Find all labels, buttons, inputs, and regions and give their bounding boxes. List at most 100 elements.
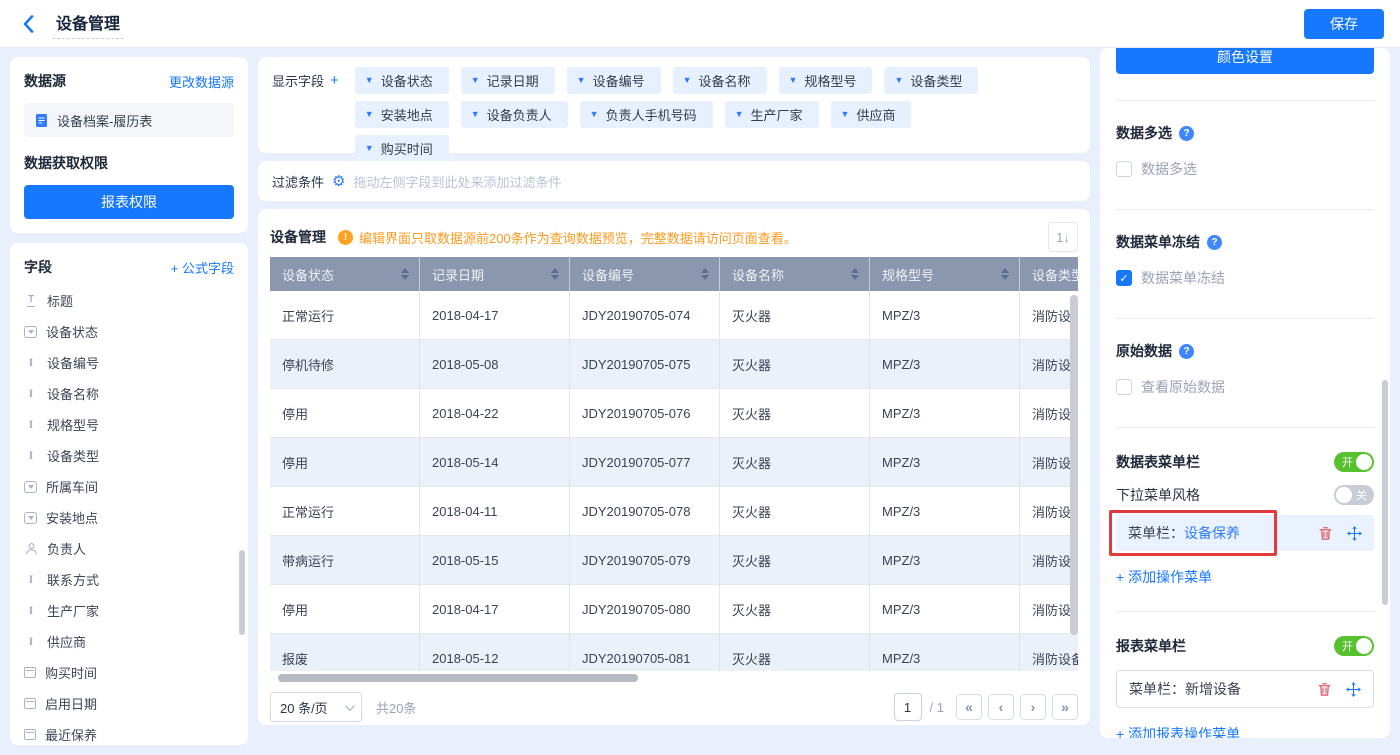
sort-order-button[interactable]: 1↓ [1048,222,1078,252]
display-field-chip[interactable]: ▼ 供应商 [830,101,912,128]
display-field-chip[interactable]: ▼ 设备名称 [672,67,767,94]
checkbox-unchecked[interactable] [1116,379,1132,395]
question-circle-icon[interactable]: ? [1207,234,1222,250]
table-row[interactable]: 停机待修 2018-05-08 JDY20190705-075 灭火器 MPZ/3 消防设… [270,340,1078,389]
display-field-chip[interactable]: ▼ 规格型号 [778,67,873,94]
table-horizontal-scrollbar[interactable] [270,674,1078,682]
menu-item-value[interactable]: 新增设备 [1185,679,1241,699]
field-item[interactable]: 最近保养 [24,719,234,745]
menu-freeze-checkbox-row[interactable]: ✓ 数据菜单冻结 [1116,268,1374,288]
delete-menu-button[interactable] [1318,526,1333,541]
column-header[interactable]: 规格型号 [870,257,1020,291]
table-cell: 停用 [270,438,420,486]
field-item[interactable]: 启用日期 [24,688,234,719]
display-field-chip[interactable]: ▼ 生产厂家 [724,101,819,128]
chevron-down-icon: ▼ [734,109,744,119]
sort-arrows-icon[interactable] [551,268,559,280]
field-item[interactable]: 设备名称 [24,378,234,409]
first-page-button[interactable]: « [956,694,982,720]
back-button[interactable] [16,12,40,36]
field-item[interactable]: 购买时间 [24,657,234,688]
display-field-chip[interactable]: ▼ 设备负责人 [460,101,568,128]
table-cell: 消防设备 [1020,634,1078,671]
field-item[interactable]: 设备编号 [24,347,234,378]
sort-arrows-icon[interactable] [701,268,709,280]
field-item[interactable]: 生产厂家 [24,595,234,626]
display-field-chip[interactable]: ▼ 设备状态 [354,67,449,94]
column-header[interactable]: 设备编号 [570,257,720,291]
display-field-chip[interactable]: ▼ 设备类型 [884,67,979,94]
field-item[interactable]: 所属车间 [24,471,234,502]
sort-arrows-icon[interactable] [851,268,859,280]
table-menu-item[interactable]: 菜单栏： 设备保养 [1109,510,1374,556]
add-action-menu-link[interactable]: + 添加操作菜单 [1116,567,1212,587]
display-field-chip[interactable]: ▼ 设备编号 [566,67,661,94]
table-menu-toggle-on[interactable]: 开 [1334,452,1374,472]
field-item[interactable]: 规格型号 [24,409,234,440]
sort-arrows-icon[interactable] [401,268,409,280]
field-label: 生产厂家 [47,604,100,619]
datasource-item[interactable]: 设备档案-履历表 [24,103,234,137]
table-row[interactable]: 带病运行 2018-05-15 JDY20190705-079 灭火器 MPZ/3 消防设… [270,536,1078,585]
field-item[interactable]: 联系方式 [24,564,234,595]
chevron-down-icon: ▼ [364,109,374,119]
table-row[interactable]: 停用2018-04-22JDY20190705-076灭火器MPZ/3消防设备 [270,389,1078,438]
field-item[interactable]: 供应商 [24,626,234,657]
settings-scrollbar[interactable] [1382,380,1388,605]
last-page-button[interactable]: » [1052,694,1078,720]
toggle-off-label: 关 [1356,490,1367,502]
chevron-down-icon: ▼ [840,109,850,119]
question-circle-icon[interactable]: ? [1179,343,1194,359]
field-item[interactable]: 设备状态 [24,316,234,347]
color-settings-button[interactable]: 颜色设置 [1116,48,1374,74]
delete-menu-button[interactable] [1317,682,1332,697]
preview-warning: ! 编辑界面只取数据源前200条作为查询数据预览，完整数据请访问页面查看。 [338,228,797,247]
current-page-input[interactable]: 1 [893,693,922,721]
add-report-action-menu-link[interactable]: + 添加报表操作菜单 [1116,724,1240,738]
display-field-chip[interactable]: ▼ 安装地点 [354,101,449,128]
move-menu-handle[interactable] [1347,525,1362,541]
table-vertical-scrollbar[interactable] [1070,295,1078,635]
move-menu-handle[interactable] [1346,681,1361,697]
checkbox-checked[interactable]: ✓ [1116,270,1132,286]
fields-scrollbar[interactable] [239,550,245,635]
page-title[interactable]: 设备管理 [52,8,125,39]
field-item[interactable]: 安装地点 [24,502,234,533]
add-display-field-button[interactable]: + [330,72,339,89]
multi-select-checkbox-row[interactable]: 数据多选 [1116,159,1374,179]
table-row[interactable]: 停用2018-04-17JDY20190705-080灭火器MPZ/3消防设备 [270,585,1078,634]
report-menu-toggle-on[interactable]: 开 [1334,636,1374,656]
save-button[interactable]: 保存 [1304,8,1384,39]
report-permission-button[interactable]: 报表权限 [24,185,234,219]
page-size-select[interactable]: 20 条/页 [270,692,362,722]
next-page-button[interactable]: › [1020,694,1046,720]
display-field-chip[interactable]: ▼ 记录日期 [460,67,555,94]
gear-icon[interactable]: ⚙ [332,174,345,189]
field-item[interactable]: 负责人 [24,533,234,564]
fields-heading: 字段 [24,259,52,275]
checkbox-unchecked[interactable] [1116,161,1132,177]
menu-item-value[interactable]: 设备保养 [1184,523,1240,543]
raw-data-checkbox-row[interactable]: 查看原始数据 [1116,377,1374,397]
change-datasource-link[interactable]: 更改数据源 [169,72,234,91]
report-menu-item[interactable]: 菜单栏： 新增设备 [1116,670,1374,708]
column-header[interactable]: 设备状态 [270,257,420,291]
column-header[interactable]: 记录日期 [420,257,570,291]
display-field-chip[interactable]: ▼ 负责人手机号码 [579,101,713,128]
table-row[interactable]: 报废2018-05-12JDY20190705-081灭火器MPZ/3消防设备 [270,634,1078,671]
prev-page-button[interactable]: ‹ [988,694,1014,720]
column-header[interactable]: 设备类型 [1020,257,1078,291]
sort-arrows-icon[interactable] [1001,268,1009,280]
table-row[interactable]: 正常运行 2018-04-11 JDY20190705-078 灭火器 MPZ/3 消防设… [270,487,1078,536]
column-header[interactable]: 设备名称 [720,257,870,291]
table-row[interactable]: 正常运行 2018-04-17 JDY20190705-074 灭火器 MPZ/3 消防设… [270,291,1078,340]
field-label: 设备类型 [47,449,100,464]
question-circle-icon[interactable]: ? [1179,125,1194,141]
checkbox-label: 数据多选 [1141,161,1197,177]
display-field-chip[interactable]: ▼ 购买时间 [354,135,449,162]
field-item[interactable]: T 标题 [24,285,234,316]
formula-field-link[interactable]: + 公式字段 [171,258,234,277]
dropdown-style-toggle-off[interactable]: 关 [1334,485,1374,505]
field-item[interactable]: 设备类型 [24,440,234,471]
table-row[interactable]: 停用2018-05-14JDY20190705-077灭火器MPZ/3消防设备 [270,438,1078,487]
